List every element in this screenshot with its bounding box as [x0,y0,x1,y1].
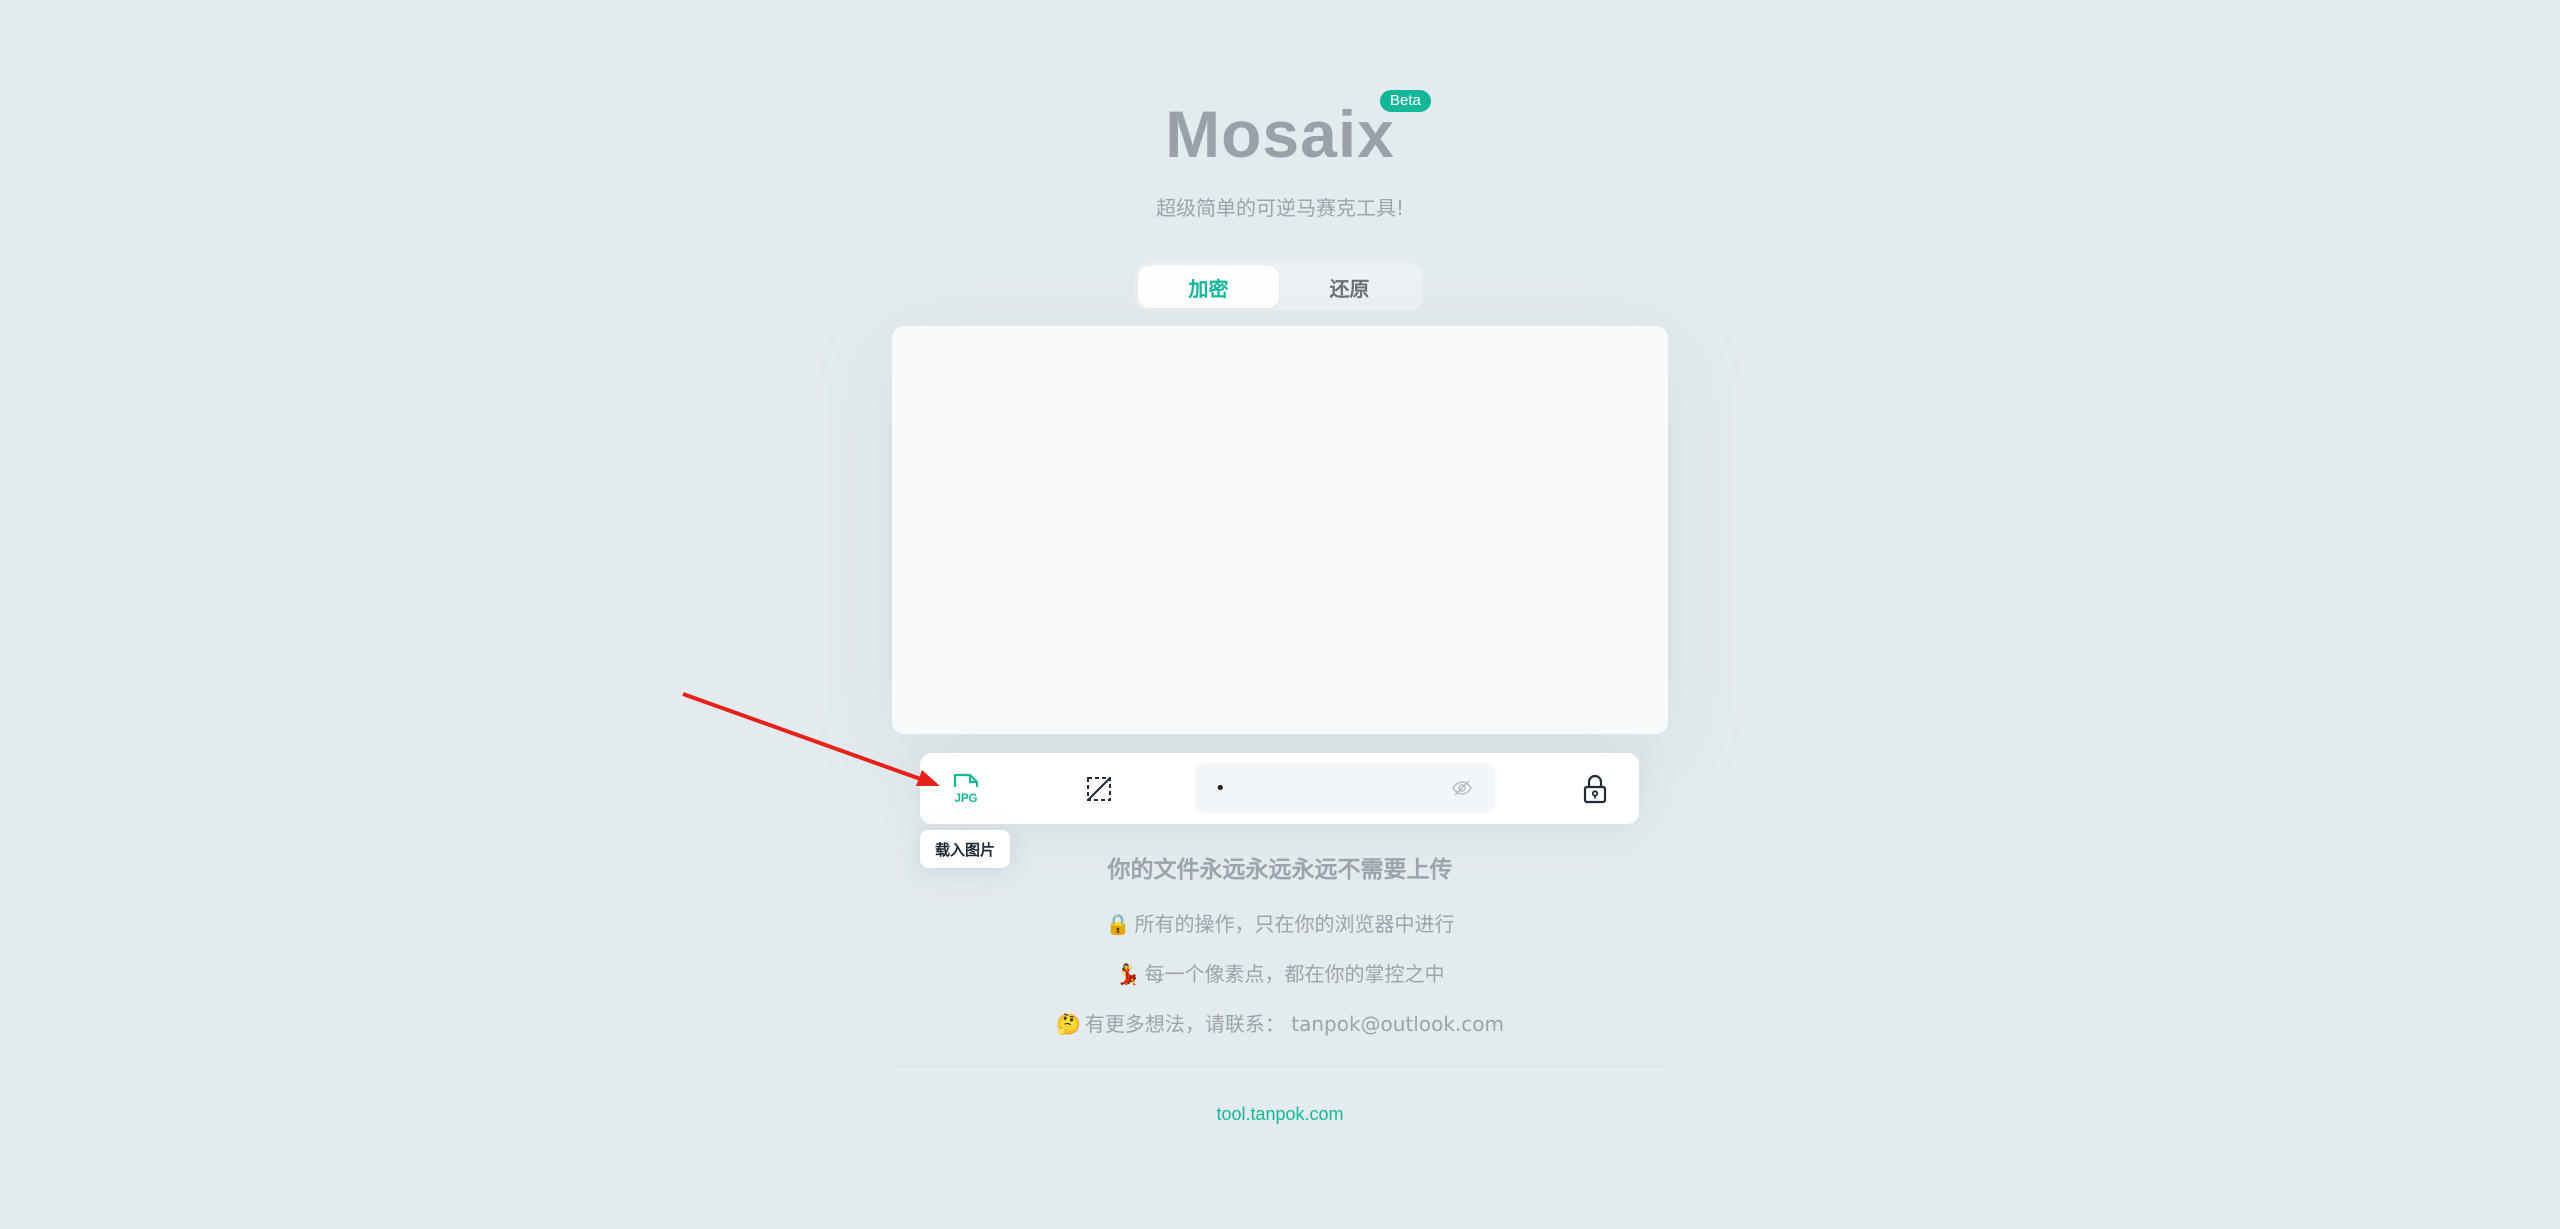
lock-emoji-icon: 🔒 [1105,912,1131,936]
svg-text:JPG: JPG [954,793,977,805]
divider [892,1066,1668,1067]
brand-header: Mosaix Beta [0,90,2560,176]
info-line: 🔒 所有的操作，只在你的浏览器中进行 [0,908,2560,937]
app-title: Mosaix Beta [1165,90,1431,176]
info-line-text: 所有的操作，只在你的浏览器中进行 [1134,912,1455,936]
info-line: 💃 每一个像素点，都在你的掌控之中 [0,958,2560,987]
beta-badge: Beta [1380,90,1431,112]
tab-encrypt[interactable]: 加密 [1138,266,1279,308]
info-line-text: 有更多想法，请联系： tanpok@outlook.com [1084,1012,1504,1036]
app-title-text: Mosaix [1165,97,1395,171]
privacy-headline: 你的文件永远永远永远不需要上传 [1107,857,1453,883]
toggle-visibility-button[interactable] [1451,778,1473,798]
encrypt-lock-button[interactable] [1573,767,1617,811]
info-line-text: 每一个像素点，都在你的掌控之中 [1144,962,1445,986]
lock-icon [1583,774,1607,804]
load-image-button[interactable]: JPG [945,767,989,811]
dancer-emoji-icon: 💃 [1115,962,1141,986]
jpg-file-icon: JPG [953,773,979,805]
image-canvas[interactable] [892,326,1668,734]
crop-select-icon [1087,777,1111,801]
password-field [1195,763,1495,813]
eye-off-icon [1452,780,1472,796]
footer-link[interactable]: tool.tanpok.com [0,1104,2560,1125]
info-line: 🤔 有更多想法，请联系： tanpok@outlook.com [0,1008,2560,1037]
app-subtitle: 超级简单的可逆马赛克工具! [1155,196,1405,220]
select-area-button[interactable] [1077,767,1121,811]
thinking-emoji-icon: 🤔 [1056,1012,1081,1036]
toolbar: JPG [920,753,1639,824]
tab-restore[interactable]: 还原 [1279,266,1420,308]
mode-tabs: 加密 还原 [1135,263,1423,311]
password-input[interactable] [1205,771,1455,805]
